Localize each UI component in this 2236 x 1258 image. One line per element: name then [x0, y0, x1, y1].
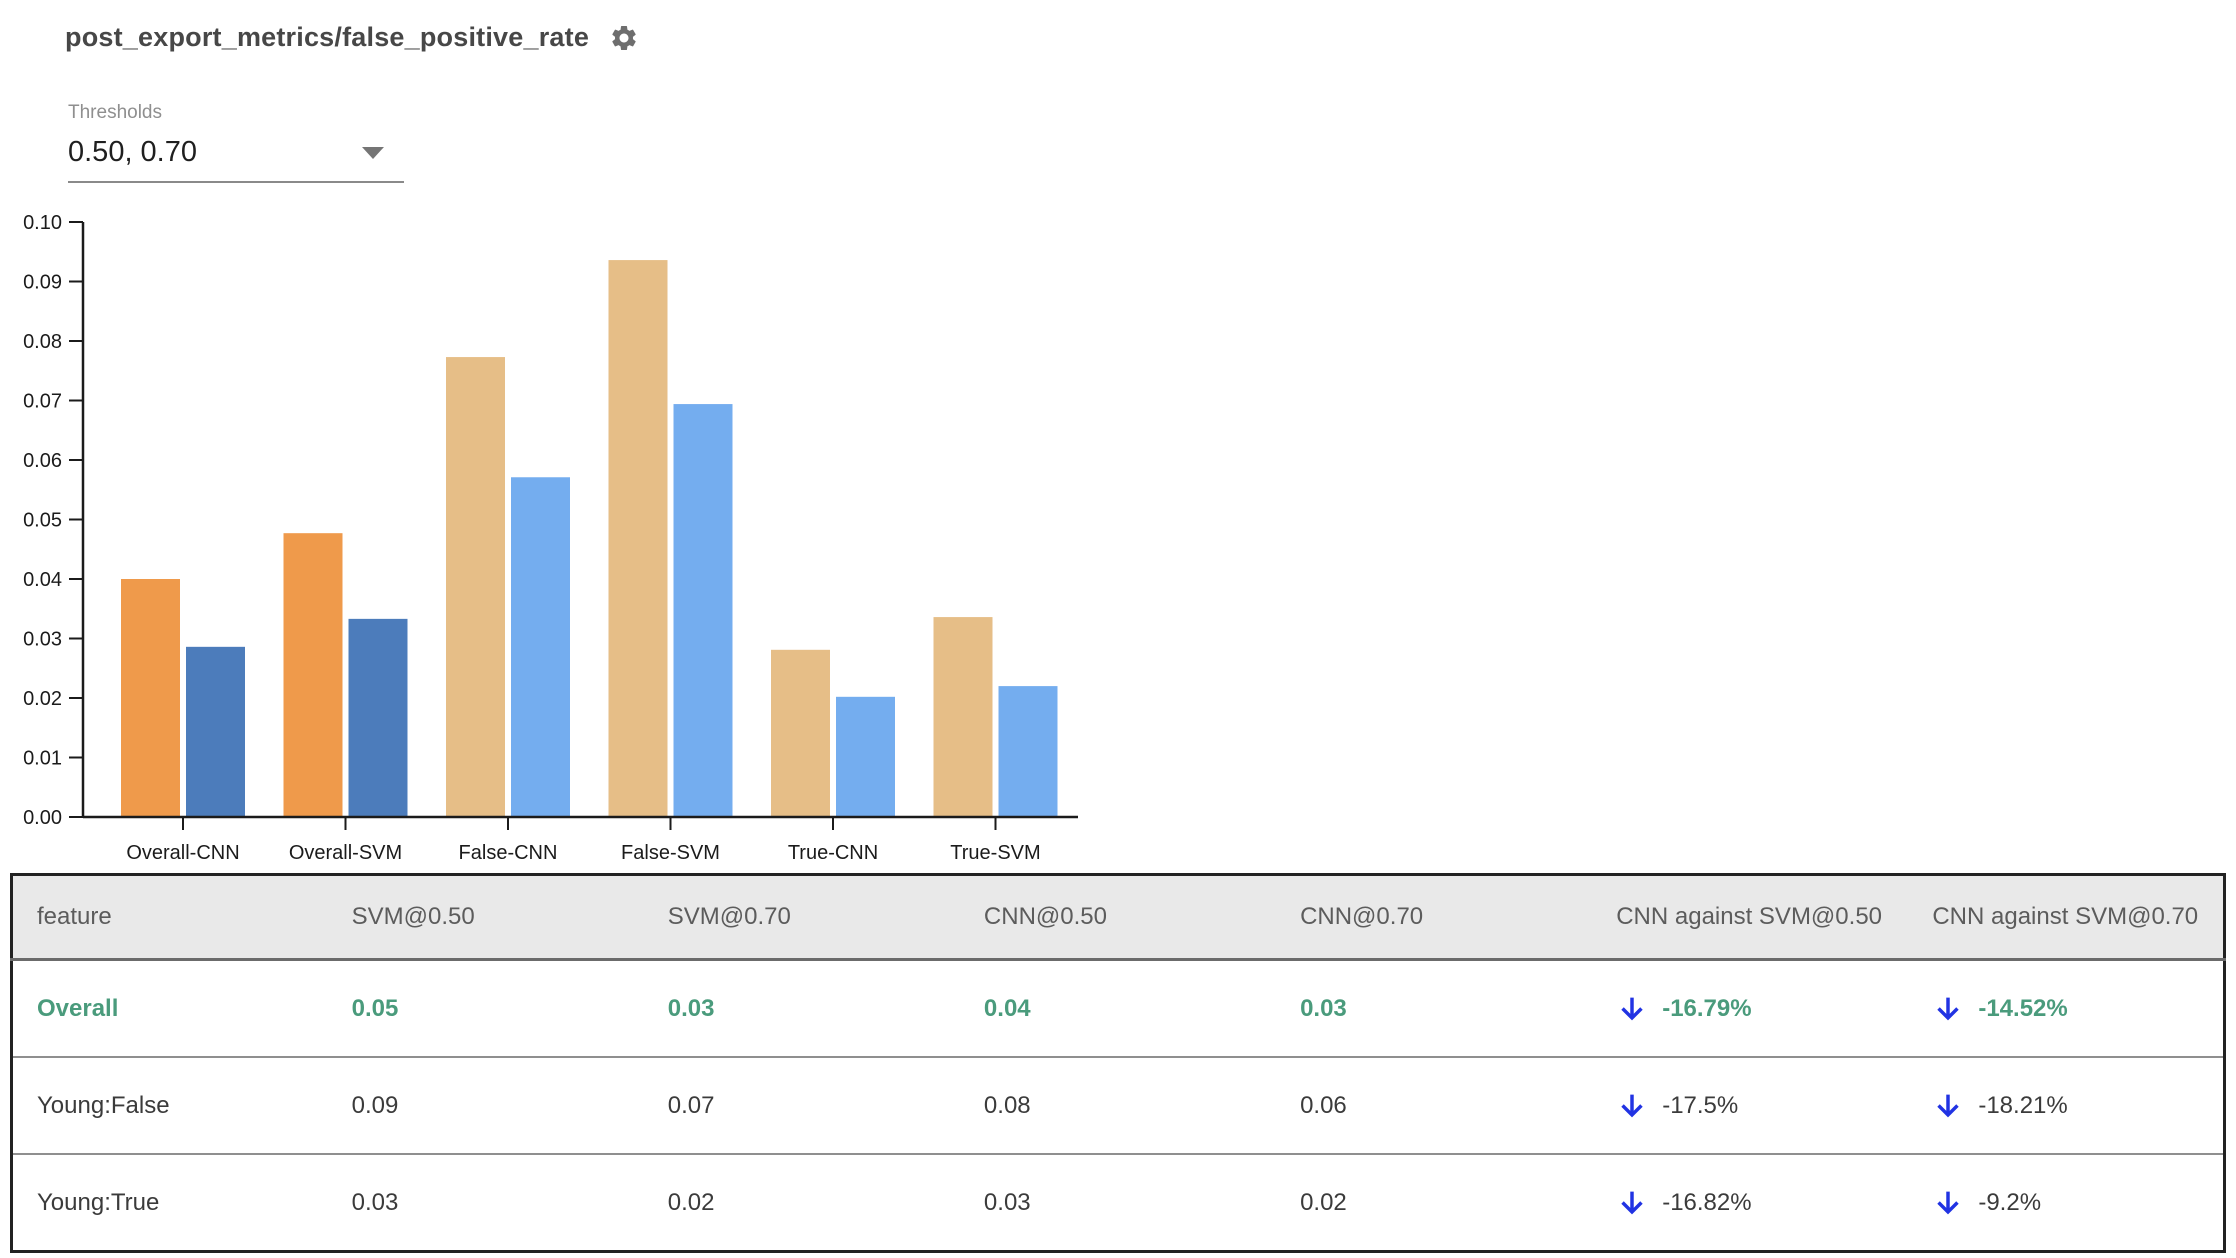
bar-True-SVM-threshold-0.70[interactable] [998, 686, 1058, 817]
feature-cell: Overall [37, 994, 119, 1022]
dropdown-arrow-icon [362, 146, 384, 159]
bar-Overall-SVM-threshold-0.70[interactable] [348, 618, 408, 817]
column-header-cnn-against-svm-0-50[interactable]: CNN against SVM@0.50 [1592, 874, 1909, 961]
metric-value-cell: 0.03 [327, 1153, 644, 1252]
arrow-down-icon [1616, 1090, 1648, 1122]
metrics-table: feature SVM@0.50 SVM@0.70 CNN@0.50 CNN@0.70 C… [10, 873, 2226, 1253]
y-axis-tick-label: 0.08 [23, 331, 62, 353]
table-header-row: feature SVM@0.50 SVM@0.70 CNN@0.50 CNN@0.70 C… [11, 874, 2225, 961]
thresholds-label: Thresholds [68, 102, 162, 123]
x-axis-category-label: Overall-SVM [289, 842, 402, 864]
x-axis-category-label: True-CNN [788, 842, 878, 864]
column-header-feature[interactable]: feature [11, 874, 328, 961]
bar-Overall-CNN-threshold-0.50[interactable] [121, 579, 180, 817]
metric-value-cell: 0.02 [1276, 1153, 1593, 1252]
comparison-cell: -9.2% [1908, 1153, 2225, 1252]
arrow-down-icon [1932, 1090, 1964, 1122]
metric-value-cell: 0.03 [1300, 994, 1347, 1022]
metric-value-cell: 0.02 [643, 1153, 960, 1252]
y-axis-tick-label: 0.02 [23, 688, 62, 710]
thresholds-control: Thresholds 0.50, 0.70 [68, 102, 404, 183]
comparison-percent: -9.2% [1978, 1188, 2042, 1216]
metric-value-cell: 0.05 [351, 994, 399, 1022]
thresholds-value: 0.50, 0.70 [68, 136, 197, 168]
x-axis-category-label: False-SVM [621, 842, 720, 864]
column-header-cnn-0-70[interactable]: CNN@0.70 [1276, 874, 1593, 961]
y-axis-tick-label: 0.00 [23, 807, 62, 829]
bar-Overall-CNN-threshold-0.70[interactable] [186, 646, 245, 817]
bar-True-SVM-threshold-0.50[interactable] [933, 617, 993, 817]
comparison-cell: -16.82% [1592, 1153, 1909, 1252]
comparison-percent: -14.52% [1978, 994, 2068, 1022]
arrow-down-icon [1616, 993, 1648, 1025]
y-axis-tick-label: 0.07 [23, 391, 62, 413]
false-positive-rate-bar-chart: 0.00 0.01 0.02 0.03 0.04 0.05 0.06 0.07 0.08 0.09… [23, 212, 1078, 864]
comparison-cell: -18.21% [1908, 1056, 2225, 1154]
feature-cell: Young:True [11, 1153, 328, 1252]
x-axis-category-label: False-CNN [459, 842, 558, 864]
settings-button[interactable] [609, 23, 639, 53]
comparison-percent: -18.21% [1978, 1091, 2068, 1119]
table-row-overall[interactable]: Overall 0.05 0.03 0.04 0.03 -16.79% -14.52% [12, 960, 2225, 1058]
column-header-svm-0-70[interactable]: SVM@0.70 [643, 874, 960, 961]
bar-False-CNN-threshold-0.70[interactable] [511, 477, 570, 817]
x-axis-category-label: True-SVM [950, 842, 1040, 864]
comparison-percent: -16.79% [1662, 994, 1752, 1022]
bar-Overall-SVM-threshold-0.50[interactable] [283, 533, 343, 817]
x-axis-category-label: Overall-CNN [126, 842, 239, 864]
comparison-cell: -14.52% [1908, 960, 2224, 1058]
table-row-young-false[interactable]: Young:False 0.09 0.07 0.08 0.06 -17.5% -18.21% [11, 1056, 2225, 1154]
arrow-down-icon [1932, 993, 1964, 1025]
metric-value-cell: 0.03 [667, 994, 715, 1022]
y-axis-tick-label: 0.03 [23, 629, 62, 651]
bar-False-SVM-threshold-0.70[interactable] [673, 404, 733, 817]
thresholds-select[interactable]: 0.50, 0.70 [68, 128, 404, 183]
column-header-cnn-0-50[interactable]: CNN@0.50 [959, 874, 1277, 961]
page-title: post_export_metrics/false_positive_rate [65, 22, 590, 52]
metric-value-cell: 0.08 [959, 1056, 1277, 1154]
metric-value-cell: 0.07 [643, 1056, 960, 1154]
y-axis-tick-label: 0.09 [23, 272, 62, 294]
y-axis-tick-label: 0.01 [23, 748, 62, 770]
metric-value-cell: 0.04 [983, 994, 1031, 1022]
y-axis-tick-label: 0.06 [23, 450, 62, 472]
comparison-cell: -17.5% [1592, 1056, 1909, 1154]
comparison-percent: -17.5% [1662, 1091, 1739, 1119]
bar-True-CNN-threshold-0.70[interactable] [836, 696, 895, 817]
arrow-down-icon [1932, 1187, 1964, 1219]
y-axis-tick-label: 0.10 [23, 212, 62, 234]
y-axis-tick-label: 0.04 [23, 569, 62, 591]
bar-False-SVM-threshold-0.50[interactable] [608, 260, 668, 817]
table-row-young-true[interactable]: Young:True 0.03 0.02 0.03 0.02 -16.82% -9.2% [11, 1153, 2225, 1252]
gear-icon [609, 23, 639, 53]
metric-header: post_export_metrics/false_positive_rate [65, 22, 639, 53]
bar-True-CNN-threshold-0.50[interactable] [771, 649, 830, 817]
column-header-svm-0-50[interactable]: SVM@0.50 [327, 874, 644, 961]
column-header-cnn-against-svm-0-70[interactable]: CNN against SVM@0.70 [1908, 874, 2225, 961]
comparison-percent: -16.82% [1662, 1188, 1752, 1216]
metric-value-cell: 0.03 [959, 1153, 1277, 1252]
arrow-down-icon [1616, 1187, 1648, 1219]
metric-value-cell: 0.09 [327, 1056, 644, 1154]
comparison-cell: -16.79% [1592, 960, 1908, 1058]
y-axis-tick-label: 0.05 [23, 510, 62, 532]
metric-value-cell: 0.06 [1276, 1056, 1593, 1154]
feature-cell: Young:False [11, 1056, 328, 1154]
bar-False-CNN-threshold-0.50[interactable] [446, 357, 505, 817]
